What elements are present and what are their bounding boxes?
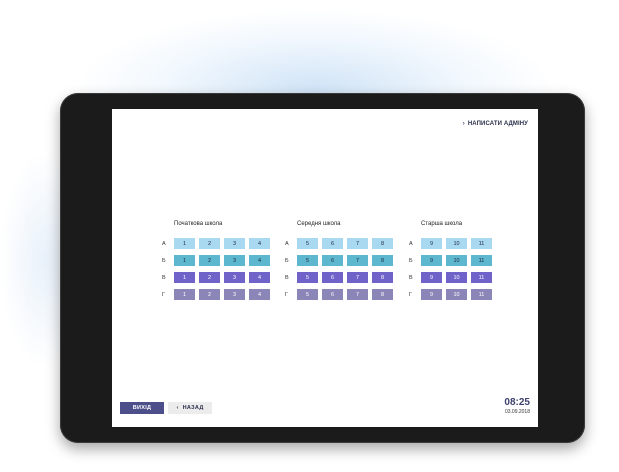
class-button[interactable]: 4 bbox=[249, 255, 270, 266]
write-admin-link[interactable]: › НАПИСАТИ АДМІНУ bbox=[463, 121, 528, 127]
class-button[interactable]: 8 bbox=[372, 289, 393, 300]
class-row: Г 5678 bbox=[285, 289, 397, 300]
row-letter: А bbox=[285, 240, 289, 247]
group-title: Старша школа bbox=[421, 221, 463, 227]
class-button[interactable]: 8 bbox=[372, 255, 393, 266]
back-button-label: НАЗАД bbox=[182, 405, 204, 411]
class-button[interactable]: 2 bbox=[199, 289, 220, 300]
row-letter: Г bbox=[409, 291, 412, 298]
class-row: В 5678 bbox=[285, 272, 397, 283]
class-button[interactable]: 10 bbox=[446, 272, 467, 283]
class-button[interactable]: 9 bbox=[421, 272, 442, 283]
class-button[interactable]: 1 bbox=[174, 238, 195, 249]
class-button[interactable]: 11 bbox=[471, 238, 492, 249]
group-title: Початкова школа bbox=[174, 221, 223, 227]
class-button[interactable]: 7 bbox=[347, 255, 368, 266]
row-letter: Б bbox=[409, 257, 413, 264]
class-row: А 1234 bbox=[162, 238, 274, 249]
class-button[interactable]: 4 bbox=[249, 238, 270, 249]
class-button[interactable]: 10 bbox=[446, 255, 467, 266]
group-title: Середня школа bbox=[297, 221, 341, 227]
exit-button[interactable]: ВИХІД bbox=[120, 402, 164, 414]
class-button[interactable]: 10 bbox=[446, 238, 467, 249]
class-button[interactable]: 2 bbox=[199, 272, 220, 283]
row-letter: А bbox=[409, 240, 413, 247]
row-letter: Б bbox=[162, 257, 166, 264]
class-button[interactable]: 3 bbox=[224, 272, 245, 283]
class-button[interactable]: 3 bbox=[224, 255, 245, 266]
class-button[interactable]: 11 bbox=[471, 289, 492, 300]
row-letter: В bbox=[162, 274, 166, 281]
class-row: А 9 10 11 bbox=[409, 238, 496, 249]
class-row: Б 5678 bbox=[285, 255, 397, 266]
clock-date: 03.09.2018 bbox=[504, 409, 530, 415]
class-row: Г 9 10 11 bbox=[409, 289, 496, 300]
chevron-left-icon: ‹ bbox=[176, 405, 179, 411]
class-button[interactable]: 5 bbox=[297, 272, 318, 283]
class-button[interactable]: 11 bbox=[471, 272, 492, 283]
class-button[interactable]: 4 bbox=[249, 289, 270, 300]
tablet-screen: › НАПИСАТИ АДМІНУ Початкова школа А 1 2 3 4 Б 1… bbox=[112, 109, 538, 427]
class-row: А 5678 bbox=[285, 238, 397, 249]
class-button[interactable]: 6 bbox=[322, 289, 343, 300]
class-button[interactable]: 6 bbox=[322, 255, 343, 266]
class-button[interactable]: 11 bbox=[471, 255, 492, 266]
chevron-right-icon: › bbox=[462, 121, 465, 127]
row-letter: А bbox=[162, 240, 166, 247]
row-letter: В bbox=[409, 274, 413, 281]
class-button[interactable]: 1 bbox=[174, 289, 195, 300]
class-button[interactable]: 7 bbox=[347, 272, 368, 283]
clock: 08:25 03.09.2018 bbox=[504, 397, 530, 415]
class-button[interactable]: 9 bbox=[421, 255, 442, 266]
class-button[interactable]: 1 bbox=[174, 255, 195, 266]
write-admin-label: НАПИСАТИ АДМІНУ bbox=[467, 121, 528, 127]
class-button[interactable]: 4 bbox=[249, 272, 270, 283]
exit-button-label: ВИХІД bbox=[132, 405, 152, 411]
class-button[interactable]: 2 bbox=[199, 238, 220, 249]
class-row: В 1234 bbox=[162, 272, 274, 283]
back-button[interactable]: ‹ НАЗАД bbox=[168, 402, 212, 414]
row-letter: Б bbox=[285, 257, 289, 264]
class-button[interactable]: 1 bbox=[174, 272, 195, 283]
clock-time: 08:25 bbox=[504, 397, 530, 408]
class-button[interactable]: 3 bbox=[224, 238, 245, 249]
class-row: Б 9 10 11 bbox=[409, 255, 496, 266]
class-button[interactable]: 5 bbox=[297, 255, 318, 266]
row-letter: В bbox=[285, 274, 289, 281]
class-button[interactable]: 9 bbox=[421, 238, 442, 249]
class-button[interactable]: 7 bbox=[347, 289, 368, 300]
class-button[interactable]: 2 bbox=[199, 255, 220, 266]
class-button[interactable]: 10 bbox=[446, 289, 467, 300]
class-button[interactable]: 3 bbox=[224, 289, 245, 300]
class-button[interactable]: 8 bbox=[372, 238, 393, 249]
class-button[interactable]: 6 bbox=[322, 238, 343, 249]
class-button[interactable]: 9 bbox=[421, 289, 442, 300]
class-button[interactable]: 5 bbox=[297, 238, 318, 249]
class-button[interactable]: 7 bbox=[347, 238, 368, 249]
class-row: Б 1234 bbox=[162, 255, 274, 266]
class-row: Г 1234 bbox=[162, 289, 274, 300]
class-row: В 9 10 11 bbox=[409, 272, 496, 283]
row-letter: Г bbox=[285, 291, 288, 298]
class-button[interactable]: 5 bbox=[297, 289, 318, 300]
class-button[interactable]: 6 bbox=[322, 272, 343, 283]
row-letter: Г bbox=[162, 291, 165, 298]
class-button[interactable]: 8 bbox=[372, 272, 393, 283]
